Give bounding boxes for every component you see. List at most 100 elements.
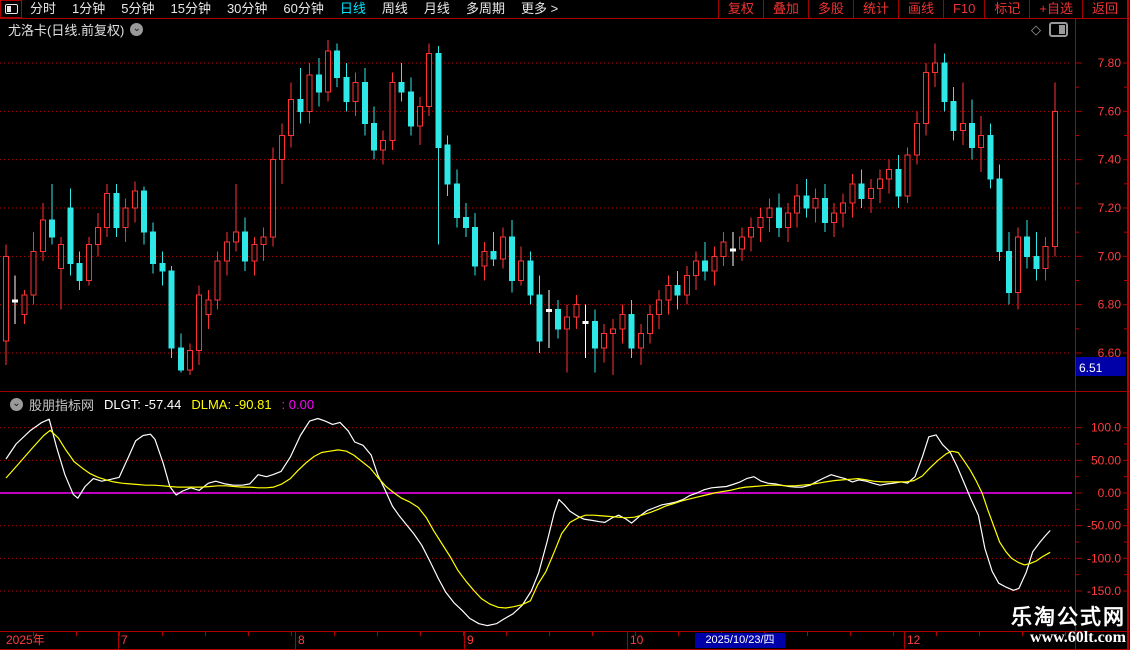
toolbar-period-2[interactable]: 5分钟 — [113, 0, 162, 18]
candle-body — [76, 263, 83, 282]
period-menu: 分时 1分钟 5分钟 15分钟 30分钟 60分钟 日线 周线 月线 多周期 更多 > — [22, 0, 566, 18]
candle-body — [656, 299, 663, 315]
candle-body — [987, 135, 994, 180]
chevron-down-icon[interactable]: ⌄ — [130, 23, 144, 36]
candle-body — [398, 81, 405, 93]
candle-body — [453, 183, 460, 219]
low-price-tag-label: 6.51 — [1079, 361, 1103, 375]
candle-body — [739, 236, 745, 250]
month-boundary-line — [464, 632, 465, 649]
toolbar-period-0[interactable]: 分时 — [22, 0, 64, 18]
candle-body — [794, 195, 801, 214]
candle-body — [122, 207, 129, 228]
date-axis-label: 7 — [121, 633, 128, 647]
toolbar-period-9[interactable]: 多周期 — [458, 0, 513, 18]
top-toolbar: 分时 1分钟 5分钟 15分钟 30分钟 60分钟 日线 周线 月线 多周期 更多 > 复权 叠加 多股… — [0, 0, 1130, 19]
candle-body — [555, 309, 561, 330]
candle-body — [380, 139, 387, 151]
candlestick-chart[interactable]: 7.807.607.407.207.006.806.606.51 — [0, 40, 1130, 391]
candle-body — [168, 270, 175, 349]
toolbar-period-3[interactable]: 15分钟 — [162, 0, 218, 18]
axis-tick — [592, 632, 593, 636]
candle-body — [306, 74, 313, 112]
candle-body — [1015, 236, 1021, 294]
candle-body — [637, 333, 644, 349]
date-axis[interactable]: 2025年 7 8 9 10 12 2025/10/23/四 — [0, 631, 1130, 650]
indicator-name: 股朋指标网 — [29, 398, 95, 413]
candle-body — [463, 217, 469, 228]
date-axis-label: 10 — [630, 633, 644, 647]
axis-tick — [979, 632, 980, 636]
candle-body — [361, 81, 368, 124]
candle-body — [720, 241, 727, 257]
candle-body — [104, 193, 111, 228]
toolbar-tool-0[interactable]: 复权 — [717, 0, 763, 18]
toolbar-period-8[interactable]: 月线 — [416, 0, 458, 18]
candle-body — [1042, 246, 1049, 269]
toolbar-tool-2[interactable]: 多股 — [807, 0, 853, 18]
axis-tick — [936, 632, 937, 636]
axis-tick — [549, 632, 550, 636]
candle-body — [803, 195, 810, 209]
toolbar-tool-4[interactable]: 画线 — [897, 0, 943, 18]
toolbar-period-1[interactable]: 1分钟 — [64, 0, 113, 18]
toolbar-period-6[interactable]: 日线 — [332, 0, 374, 18]
candle-body — [12, 299, 19, 303]
candle-body — [325, 50, 331, 93]
toolbar-tool-1[interactable]: 叠加 — [762, 0, 808, 18]
price-axis-line — [1075, 18, 1076, 648]
candle-body — [573, 304, 580, 318]
candle-body — [371, 122, 377, 151]
candle-body — [665, 284, 672, 301]
candle-body — [187, 350, 193, 371]
toolbar-period-4[interactable]: 30分钟 — [219, 0, 275, 18]
indicator-axis-label: 0.00 — [1098, 486, 1122, 500]
candle-body — [113, 193, 120, 228]
indicator-chart[interactable]: 100.0 50.00 0.00 -50.00 -100.0 -150.0 — [0, 392, 1130, 631]
candle-body — [729, 248, 736, 252]
watermark: 乐淘公式网 www.60lt.com — [1011, 606, 1126, 647]
date-axis-label: 9 — [467, 633, 474, 647]
candle-body — [509, 236, 515, 282]
axis-tick — [850, 632, 851, 636]
sidebar-panel-icon[interactable] — [1049, 22, 1068, 37]
toolbar-tool-5[interactable]: F10 — [942, 0, 984, 18]
toolbar-period-5[interactable]: 60分钟 — [275, 0, 331, 18]
layout-toggle-button[interactable] — [0, 0, 22, 18]
date-axis-label: 12 — [907, 633, 921, 647]
price-axis-label: 6.80 — [1098, 298, 1122, 312]
tools-menu: 复权 叠加 多股 统计 画线 F10 标记 +自选 返回 — [717, 0, 1128, 18]
toolbar-tool-7[interactable]: +自选 — [1029, 0, 1082, 18]
diamond-icon[interactable]: ◇ — [1031, 23, 1041, 36]
indicator-header: ⌄ 股朋指标网 DLGT: -57.44 DLMA: -90.81: 0.00 — [4, 395, 314, 414]
axis-tick — [248, 632, 249, 636]
toolbar-period-10[interactable]: 更多 > — [513, 0, 566, 18]
candle-body — [159, 263, 166, 272]
indicator-readouts: DLGT: -57.44 DLMA: -90.81: 0.00 — [94, 397, 314, 412]
axis-tick — [205, 632, 206, 636]
selected-date-badge: 2025/10/23/四 — [695, 633, 785, 648]
toolbar-period-7[interactable]: 周线 — [374, 0, 416, 18]
toolbar-tool-3[interactable]: 统计 — [852, 0, 898, 18]
axis-tick — [807, 632, 808, 636]
candle-body — [785, 212, 791, 228]
chevron-down-icon[interactable]: ⌄ — [10, 398, 23, 411]
candle-body — [858, 183, 865, 199]
candle-body — [269, 159, 276, 238]
candle-body — [932, 62, 939, 74]
page-title: 尤洛卡(日线.前复权) — [8, 23, 125, 38]
toolbar-tool-8[interactable]: 返回 — [1081, 0, 1128, 18]
candle-body — [628, 313, 635, 349]
price-axis-label: 7.20 — [1098, 201, 1122, 215]
toolbar-tool-6[interactable]: 标记 — [984, 0, 1029, 18]
candle-body — [499, 236, 506, 260]
month-boundary-line — [904, 632, 905, 649]
candle-body — [904, 154, 911, 197]
candle-body — [1033, 255, 1040, 269]
candle-body — [610, 328, 617, 335]
candle-body — [867, 188, 874, 199]
candle-body — [978, 135, 985, 149]
candle-body — [1024, 236, 1031, 257]
candle-body — [39, 219, 46, 253]
candle-body — [601, 333, 607, 349]
